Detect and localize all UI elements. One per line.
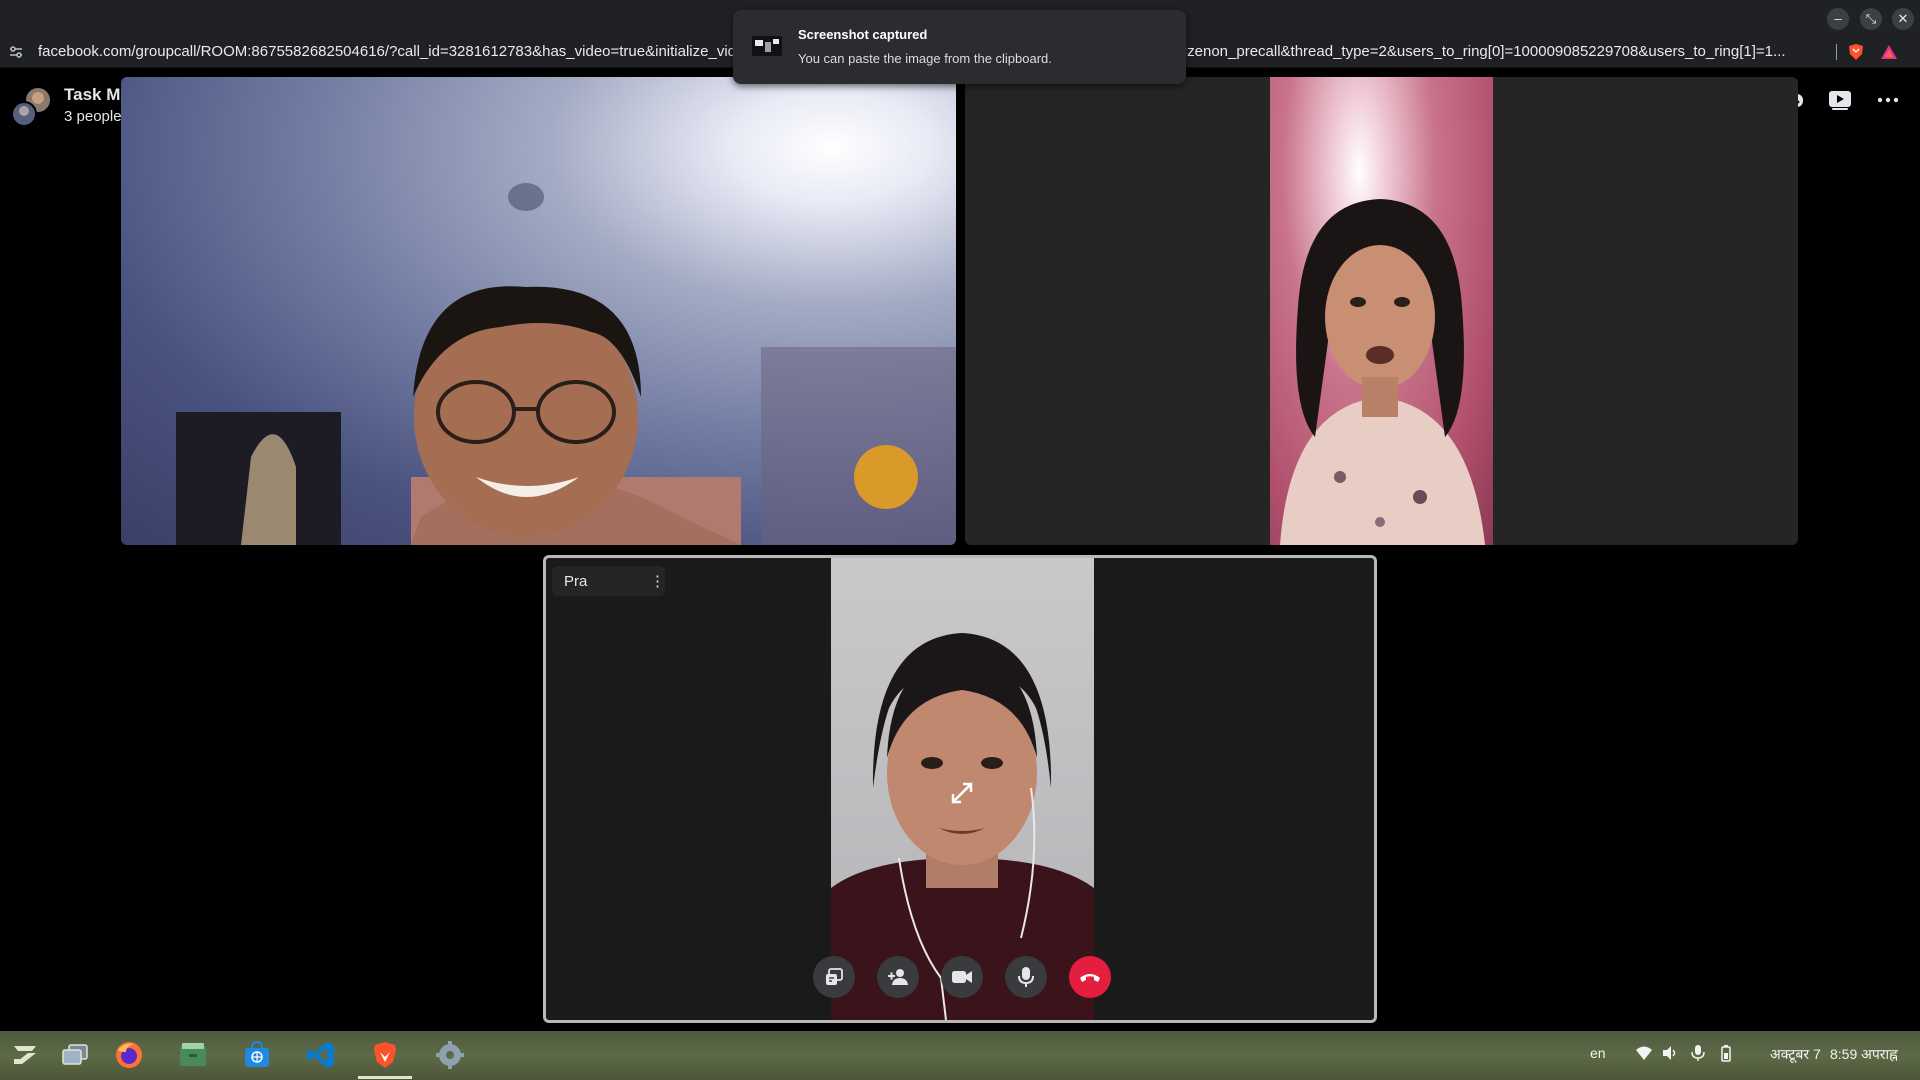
self-name-tag: Pra ⋮ bbox=[552, 566, 665, 596]
end-call-button[interactable] bbox=[1069, 956, 1111, 998]
participant-1-feed bbox=[176, 183, 956, 545]
brave-browser-icon[interactable] bbox=[370, 1040, 400, 1070]
site-settings-icon[interactable] bbox=[8, 44, 24, 60]
microphone-button[interactable] bbox=[1005, 956, 1047, 998]
tile-options-icon[interactable]: ⋮ bbox=[650, 572, 665, 590]
wifi-icon[interactable] bbox=[1635, 1044, 1653, 1062]
microphone-icon bbox=[1018, 967, 1034, 987]
share-screen-button[interactable] bbox=[813, 956, 855, 998]
self-video-tile[interactable]: Pra ⋮ bbox=[543, 555, 1377, 1023]
firefox-icon[interactable] bbox=[114, 1040, 144, 1070]
screenshot-icon bbox=[752, 36, 782, 56]
participant-count: 3 people bbox=[64, 108, 122, 125]
settings-icon[interactable] bbox=[435, 1040, 465, 1070]
share-screen-icon bbox=[826, 968, 843, 985]
hang-up-icon bbox=[1080, 974, 1100, 982]
participant-video-1[interactable] bbox=[121, 77, 956, 545]
minimize-button[interactable]: – bbox=[1827, 8, 1849, 30]
self-name: Pra bbox=[564, 573, 588, 590]
participant-video-2[interactable] bbox=[965, 77, 1798, 545]
vscode-icon[interactable] bbox=[306, 1040, 336, 1070]
camera-button[interactable] bbox=[941, 956, 983, 998]
zorin-menu-icon[interactable] bbox=[10, 1040, 40, 1070]
keyboard-language[interactable]: en bbox=[1590, 1045, 1606, 1061]
taskbar: en अक्टूबर 7 8:59 अपराह्न bbox=[0, 1031, 1920, 1080]
more-options-icon[interactable] bbox=[1874, 88, 1902, 112]
participant-2-feed bbox=[1270, 77, 1493, 545]
toast-message: You can paste the image from the clipboa… bbox=[798, 51, 1052, 66]
expand-icon[interactable] bbox=[949, 780, 975, 806]
clock-time[interactable]: 8:59 अपराह्न bbox=[1830, 1045, 1898, 1064]
workspaces-icon[interactable] bbox=[60, 1040, 90, 1070]
software-store-icon[interactable] bbox=[242, 1040, 272, 1070]
volume-icon[interactable] bbox=[1661, 1044, 1679, 1062]
brave-shields-icon[interactable] bbox=[1847, 43, 1865, 61]
screenshot-toast[interactable]: Screenshot captured You can paste the im… bbox=[733, 10, 1186, 84]
toast-title: Screenshot captured bbox=[798, 27, 928, 42]
screen: Group call - Brave – ⤡ ✕ facebook.com/gr… bbox=[0, 0, 1920, 1080]
close-window-button[interactable]: ✕ bbox=[1892, 8, 1914, 30]
add-people-button[interactable] bbox=[877, 956, 919, 998]
files-icon[interactable] bbox=[178, 1040, 208, 1070]
watch-together-icon[interactable] bbox=[1826, 88, 1854, 112]
clock-date[interactable]: अक्टूबर 7 bbox=[1770, 1045, 1821, 1064]
address-divider bbox=[1836, 44, 1837, 60]
microphone-tray-icon[interactable] bbox=[1689, 1044, 1707, 1062]
add-person-icon bbox=[888, 969, 908, 985]
call-controls bbox=[813, 956, 1113, 1000]
video-camera-icon bbox=[952, 971, 972, 983]
restore-button[interactable]: ⤡ bbox=[1860, 8, 1882, 30]
brave-rewards-icon[interactable] bbox=[1880, 43, 1898, 61]
brave-active-indicator bbox=[358, 1076, 412, 1079]
group-avatar[interactable] bbox=[10, 86, 52, 128]
battery-icon[interactable] bbox=[1717, 1044, 1735, 1062]
